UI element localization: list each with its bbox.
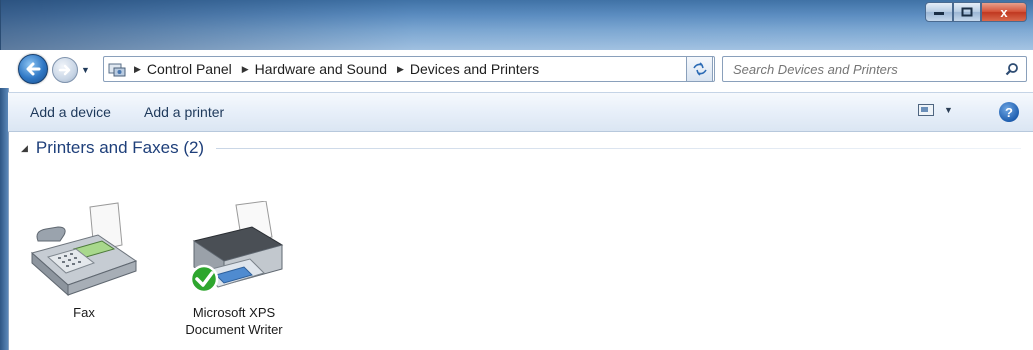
fax-icon (30, 202, 138, 297)
control-panel-icon (104, 57, 130, 81)
view-dropdown-icon[interactable]: ▼ (944, 105, 953, 115)
maximize-icon (961, 7, 973, 17)
default-check-icon (189, 264, 219, 294)
minimize-icon (934, 12, 944, 15)
minimize-button[interactable] (925, 2, 953, 22)
device-label-fax: Fax (73, 305, 95, 320)
maximize-button[interactable] (953, 2, 981, 22)
close-button[interactable]: x (981, 2, 1027, 22)
caption-buttons: x (925, 2, 1027, 24)
breadcrumb-separator-icon: ▶ (134, 63, 141, 74)
help-button[interactable]: ? (999, 102, 1019, 122)
search-box[interactable] (722, 56, 1027, 82)
refresh-icon (692, 62, 707, 76)
collapse-triangle-icon[interactable]: ◢ (21, 143, 28, 154)
close-icon: x (1000, 4, 1008, 20)
search-input[interactable] (731, 58, 981, 80)
change-view-button[interactable]: ▼ (918, 104, 953, 116)
navigation-bar: ▼ ▶ Control Panel ▶ Hardware and Sound ▶… (0, 50, 1033, 88)
group-header-printers-and-faxes[interactable]: ◢ Printers and Faxes (2) (21, 138, 1021, 158)
device-microsoft-xps-document-writer[interactable]: Microsoft XPS Document Writer (169, 200, 299, 338)
printer-icon (189, 200, 284, 294)
forward-arrow-icon (58, 64, 71, 76)
breadcrumb-hardware-and-sound[interactable]: Hardware and Sound (255, 61, 387, 77)
breadcrumb-control-panel[interactable]: Control Panel (147, 61, 232, 77)
add-printer-button[interactable]: Add a printer (144, 104, 224, 120)
address-bar[interactable]: ▶ Control Panel ▶ Hardware and Sound ▶ D… (103, 56, 715, 82)
window-frame-left (0, 88, 8, 350)
breadcrumb-devices-and-printers[interactable]: Devices and Printers (410, 61, 539, 77)
search-icon[interactable] (1005, 62, 1019, 76)
forward-button[interactable] (52, 57, 78, 83)
recent-pages-dropdown[interactable]: ▼ (81, 65, 90, 75)
devices-content-area: ◢ Printers and Faxes (2) Fax Microsoft X… (9, 133, 1033, 350)
group-divider (216, 147, 1021, 149)
group-title: Printers and Faxes (2) (35, 138, 205, 157)
command-bar: Add a device Add a printer ▼ ? (8, 92, 1033, 132)
breadcrumb-separator-icon: ▶ (241, 63, 249, 74)
add-device-button[interactable]: Add a device (30, 104, 111, 120)
device-fax[interactable]: Fax (19, 201, 149, 321)
breadcrumb-separator-icon: ▶ (396, 63, 404, 74)
back-arrow-icon (26, 62, 41, 76)
view-icon (918, 104, 934, 116)
title-bar (0, 0, 1033, 50)
refresh-button[interactable] (686, 56, 713, 82)
back-button[interactable] (18, 54, 48, 84)
device-label-xps-line2: Document Writer (185, 322, 283, 337)
device-label-xps-line1: Microsoft XPS (192, 305, 276, 320)
